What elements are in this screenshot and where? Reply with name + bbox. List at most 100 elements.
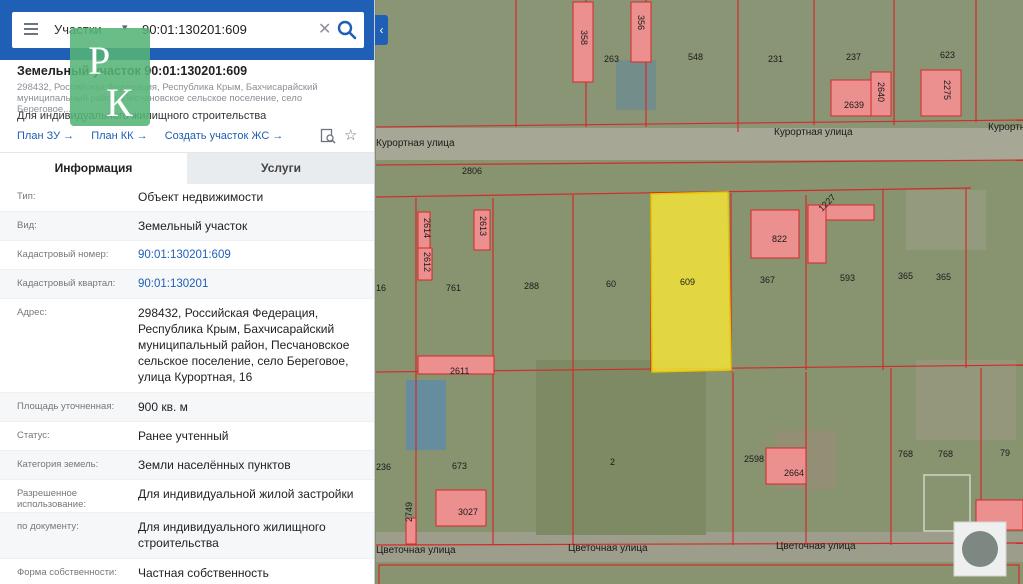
parcel-label: 2275 [942, 80, 952, 100]
parcel-label: 2613 [478, 216, 488, 236]
property-row: по документу: Для индивидуального жилищн… [0, 513, 374, 559]
property-row: Кадастровый квартал: 90:01:130201 [0, 270, 374, 299]
parcel-label: 822 [772, 234, 787, 244]
info-panel: Участки ▾ 90:01:130201:609 ✕ Р К Земельн… [0, 0, 375, 584]
property-label: Тип: [17, 191, 36, 202]
plan-zu-link[interactable]: План ЗУ → [17, 130, 74, 142]
property-value: Для индивидуальной жилой застройки [138, 487, 354, 501]
property-label: Разрешенное использование: [17, 488, 87, 510]
tab-bar: Информация Услуги [0, 152, 374, 184]
property-label: по документу: [17, 521, 79, 532]
parcel-label: 237 [846, 52, 861, 62]
tab-services[interactable]: Услуги [187, 153, 374, 184]
parcel-label: 365 [936, 272, 951, 282]
parcel-label: 367 [760, 275, 775, 285]
cadastral-number-link[interactable]: 90:01:130201:609 [138, 247, 368, 263]
property-label: Кадастровый номер: [17, 249, 109, 260]
create-parcel-link[interactable]: Создать участок ЖС → [165, 130, 284, 142]
map-canvas[interactable]: 358 356 263 548 231 237 623 2639 2640 22… [376, 0, 1023, 584]
cadastral-map[interactable]: 358 356 263 548 231 237 623 2639 2640 22… [376, 0, 1023, 584]
property-row: Тип: Объект недвижимости [0, 183, 374, 212]
parcel-label: 2 [610, 457, 615, 467]
parcel-label: 609 [680, 277, 695, 287]
property-value: 900 кв. м [138, 400, 188, 414]
properties-table: Тип: Объект недвижимости Вид: Земельный … [0, 183, 374, 584]
property-label: Вид: [17, 220, 37, 231]
property-row: Статус: Ранее учтенный [0, 422, 374, 451]
parcel-label: 761 [446, 283, 461, 293]
watermark-logo: Р К [70, 28, 150, 126]
property-value: Ранее учтенный [138, 429, 229, 443]
parcel-label: 2614 [422, 218, 432, 238]
property-label: Статус: [17, 430, 50, 441]
property-row: Адрес: 298432, Российская Федерация, Рес… [0, 299, 374, 393]
parcel-label: 768 [898, 449, 913, 459]
property-row: Вид: Земельный участок [0, 212, 374, 241]
property-row: Форма собственности: Частная собственнос… [0, 559, 374, 584]
street-surface [376, 128, 1023, 160]
tab-information[interactable]: Информация [0, 153, 187, 184]
parcel-label: 365 [898, 271, 913, 281]
property-label: Кадастровый квартал: [17, 278, 116, 289]
street-label: Цветочная улица [776, 541, 856, 552]
parcel-label: 673 [452, 461, 467, 471]
parcel-label: 79 [1000, 448, 1010, 458]
property-label: Адрес: [17, 307, 47, 318]
property-row: Кадастровый номер: 90:01:130201:609 [0, 241, 374, 270]
search-input[interactable]: 90:01:130201:609 [142, 22, 247, 37]
parcel-label: 548 [688, 52, 703, 62]
roof-patch [906, 190, 986, 250]
property-value: Земельный участок [138, 219, 248, 233]
parcel-label: 236 [376, 462, 391, 472]
parcel-label: 2806 [462, 166, 482, 176]
parcel-label: 2749 [404, 502, 414, 522]
parcel-label: 263 [604, 54, 619, 64]
parcel-label: 2664 [784, 468, 804, 478]
star-icon[interactable]: ☆ [344, 126, 357, 144]
parcel-label: 623 [940, 50, 955, 60]
property-value: Объект недвижимости [138, 190, 264, 204]
parcel-label: 593 [840, 273, 855, 283]
property-value: Земли населённых пунктов [138, 458, 291, 472]
property-value: Частная собственность [138, 566, 269, 580]
cadastral-quarter-link[interactable]: 90:01:130201 [138, 276, 368, 292]
property-label: Форма собственности: [17, 567, 117, 578]
property-row: Площадь уточненная: 900 кв. м [0, 393, 374, 422]
parcel-label: 358 [579, 30, 589, 45]
logo-letter: К [106, 80, 133, 125]
parcel-label: 356 [636, 15, 646, 30]
street-label: Курортная улица [774, 127, 853, 138]
parcel-label: 2640 [876, 82, 886, 102]
parcel-label: 2611 [450, 366, 469, 376]
parcel-label: 2612 [422, 252, 432, 272]
roof-patch [916, 360, 1016, 440]
search-box[interactable]: Участки ▾ 90:01:130201:609 ✕ [12, 12, 364, 48]
street-label: Цветочная улица [376, 545, 456, 556]
property-row: Категория земель: Земли населённых пункт… [0, 451, 374, 480]
close-icon[interactable]: ✕ [318, 19, 331, 39]
property-label: Категория земель: [17, 459, 99, 470]
street-label: Курортная улица [376, 138, 455, 149]
parcel-label: 288 [524, 281, 539, 291]
document-search-icon[interactable] [320, 128, 336, 144]
street-label: Курортная улица [988, 122, 1023, 133]
parcel-links: План ЗУ → План КК → Создать участок ЖС → [17, 130, 297, 142]
search-bar: Участки ▾ 90:01:130201:609 ✕ [0, 0, 374, 60]
parcel-label: 231 [768, 54, 783, 64]
collapse-panel-button[interactable]: ‹ [375, 15, 388, 45]
property-row: Разрешенное использование: Для индивидуа… [0, 480, 374, 513]
parcel-label: 60 [606, 279, 616, 289]
parcel-label: 3027 [458, 507, 478, 517]
menu-icon[interactable] [24, 23, 38, 35]
property-label: Площадь уточненная: [17, 401, 115, 412]
logo-letter: Р [88, 38, 110, 83]
plan-kk-link[interactable]: План КК → [91, 130, 147, 142]
search-icon[interactable] [334, 17, 360, 43]
property-value: 298432, Российская Федерация, Республика… [138, 306, 350, 384]
roof-patch [616, 60, 656, 110]
parcel-label: 2598 [744, 454, 764, 464]
property-value: Для индивидуального жилищного строительс… [138, 520, 326, 550]
parcel-label: 2639 [844, 100, 864, 110]
parcel-label: 16 [376, 283, 386, 293]
roof-patch [406, 380, 446, 450]
